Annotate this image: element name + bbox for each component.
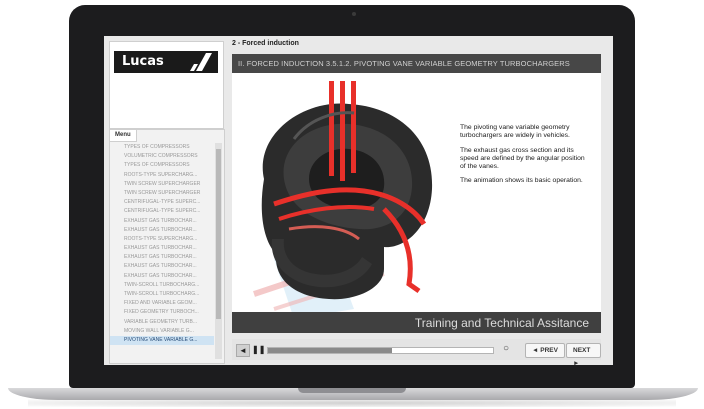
rewind-button[interactable]: ◄	[236, 344, 250, 357]
footer-text: Training and Technical Assitance	[414, 316, 589, 330]
prev-button[interactable]: ◄ PREV	[525, 343, 565, 358]
laptop-notch	[298, 388, 406, 393]
menu-list: TYPES OF COMPRESSORS VOLUMETRIC COMPRESSO…	[110, 143, 214, 363]
menu-item[interactable]: VOLUMETRIC COMPRESSORS	[110, 152, 214, 161]
slide-title-bar: II. FORCED INDUCTION 3.5.1.2. PIVOTING V…	[232, 54, 601, 73]
menu-item[interactable]: EXHAUST GAS TURBOCHAR...	[110, 244, 214, 253]
pause-icon: ❚❚	[252, 345, 266, 354]
menu-item[interactable]: TYPES OF COMPRESSORS	[110, 143, 214, 152]
replay-button[interactable]: ○	[503, 344, 513, 354]
menu-item[interactable]: CENTRIFUGAL-TYPE SUPERC...	[110, 207, 214, 216]
menu-item[interactable]: FIXED GEOMETRY TURBOCH...	[110, 308, 214, 317]
menu-item[interactable]: ROOTS-TYPE SUPERCHARG...	[110, 235, 214, 244]
menu-item[interactable]: EXHAUST GAS TURBOCHAR...	[110, 253, 214, 262]
logo-panel: Lucas	[109, 41, 224, 129]
laptop-shadow	[28, 399, 676, 407]
menu-item[interactable]: TYPES OF COMPRESSORS	[110, 161, 214, 170]
logo-slash-icon	[190, 53, 212, 71]
menu-item[interactable]: MOVING WALL VARIABLE G...	[110, 327, 214, 336]
menu-item[interactable]: TWIN-SCROLL TURBOCHARG...	[110, 290, 214, 299]
menu-scrollbar[interactable]	[215, 143, 222, 359]
menu-item[interactable]: FIXED AND VARIABLE GEOM...	[110, 299, 214, 308]
description: The pivoting vane variable geometry turb…	[460, 124, 590, 192]
menu-item[interactable]: EXHAUST GAS TURBOCHAR...	[110, 226, 214, 235]
footer-banner: Training and Technical Assitance	[232, 312, 601, 333]
menu-item[interactable]: TWIN SCREW SUPERCHARGER	[110, 180, 214, 189]
lucas-logo: Lucas	[114, 51, 218, 73]
section-title: 2 - Forced induction	[232, 40, 299, 47]
menu-item[interactable]: EXHAUST GAS TURBOCHAR...	[110, 262, 214, 271]
replay-icon: ○	[503, 343, 510, 354]
menu-item[interactable]: PIVOTING VANE VARIABLE G...	[110, 335, 214, 346]
progress-bar[interactable]	[267, 347, 494, 354]
turbocharger-illustration	[253, 81, 433, 319]
menu-item[interactable]: VARIABLE GEOMETRY TURB...	[110, 318, 214, 327]
menu-tab[interactable]: Menu	[110, 130, 137, 142]
next-button[interactable]: NEXT ►	[566, 343, 601, 365]
menu-item[interactable]: EXHAUST GAS TURBOCHAR...	[110, 272, 214, 281]
menu-item[interactable]: EXHAUST GAS TURBOCHAR...	[110, 217, 214, 226]
menu-item[interactable]: CENTRIFUGAL-TYPE SUPERC...	[110, 198, 214, 207]
player-controls: ◄ ❚❚ ○ ◄ PREV NEXT ►	[232, 339, 601, 365]
progress-fill	[268, 348, 392, 353]
rewind-icon: ◄	[239, 346, 247, 355]
slide-content: The pivoting vane variable geometry turb…	[232, 73, 601, 329]
description-paragraph: The exhaust gas cross section and its sp…	[460, 146, 585, 171]
menu-item[interactable]: TWIN-SCROLL TURBOCHARG...	[110, 281, 214, 290]
menu-panel: Menu TYPES OF COMPRESSORS VOLUMETRIC COMP…	[109, 129, 225, 364]
pause-button[interactable]: ❚❚	[252, 344, 266, 355]
menu-item[interactable]: ROOTS-TYPE SUPERCHARG...	[110, 171, 214, 180]
screen: Lucas Menu TYPES OF COMPRESSORS VOLUMETRI…	[104, 36, 613, 365]
menu-item[interactable]: TWIN SCREW SUPERCHARGER	[110, 189, 214, 198]
logo-text: Lucas	[122, 54, 164, 69]
menu-scroll-thumb[interactable]	[216, 149, 221, 319]
webcam	[352, 12, 356, 16]
slide-title: II. FORCED INDUCTION 3.5.1.2. PIVOTING V…	[238, 59, 570, 68]
description-paragraph: The pivoting vane variable geometry turb…	[460, 124, 570, 140]
description-paragraph: The animation shows its basic operation.	[460, 177, 583, 185]
